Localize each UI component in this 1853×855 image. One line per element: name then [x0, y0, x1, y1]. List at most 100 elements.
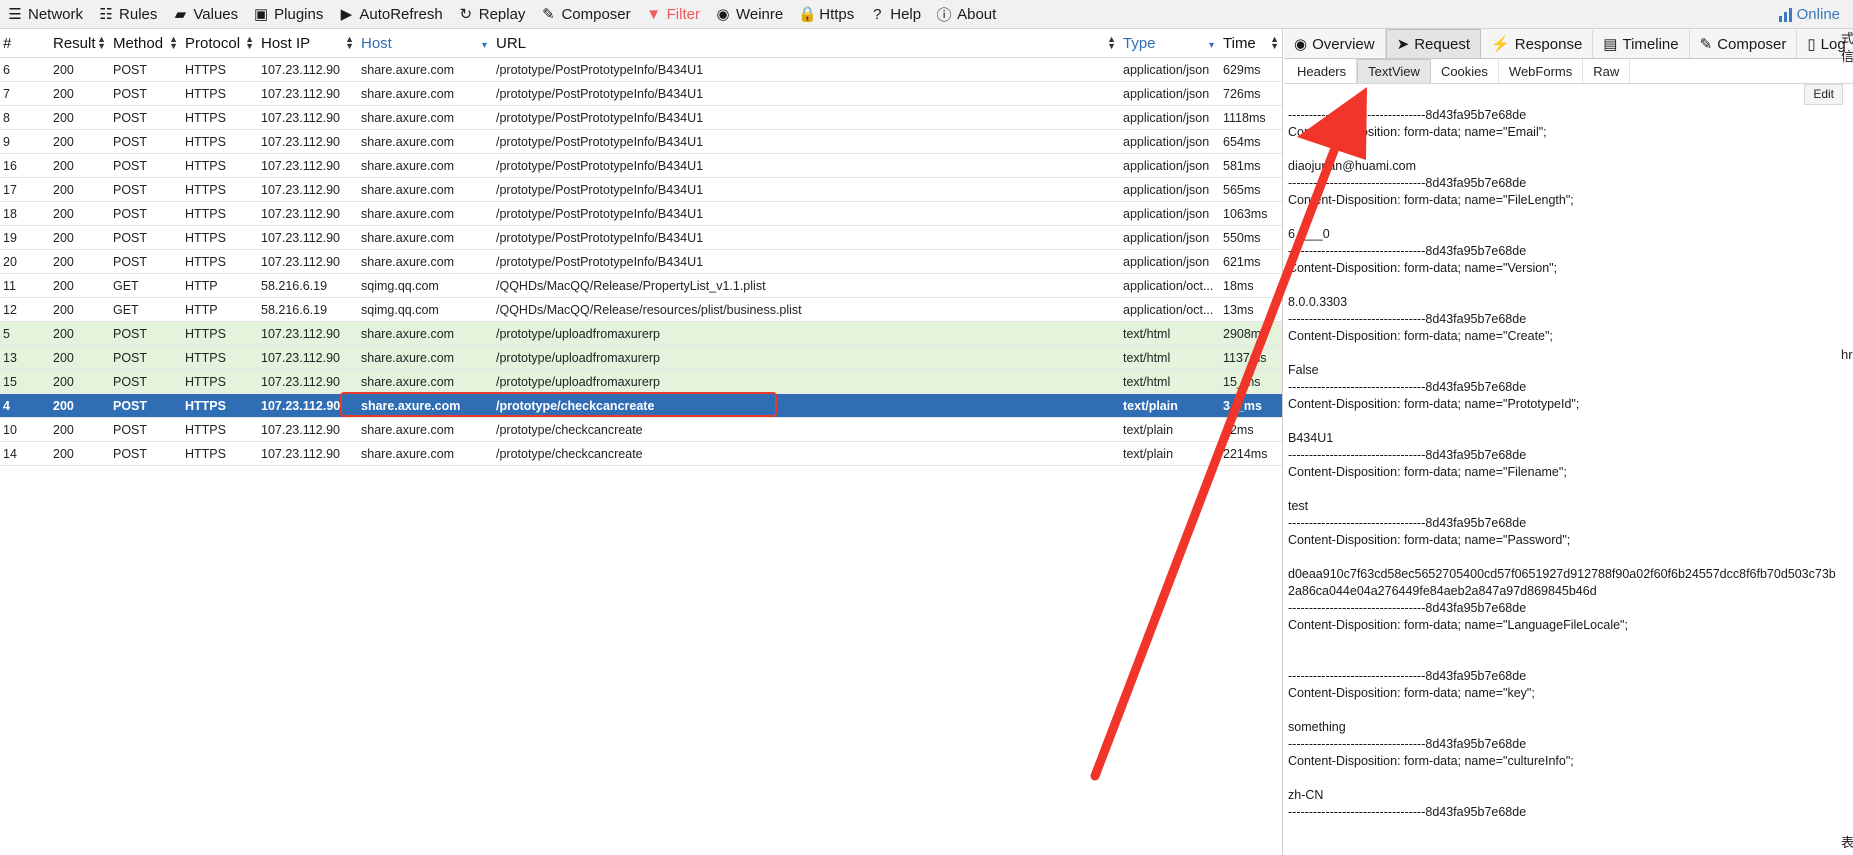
toolbar-label: Composer	[561, 5, 631, 23]
cell-host: share.axure.com	[358, 177, 493, 202]
table-row[interactable]: 20 200 POST HTTPS 107.23.112.90 share.axure.c…	[0, 249, 1282, 274]
table-row[interactable]: 6 200 POST HTTPS 107.23.112.90 share.axure.co…	[0, 57, 1282, 82]
table-row[interactable]: 16 200 POST HTTPS 107.23.112.90 share.axure.c…	[0, 153, 1282, 178]
table-row[interactable]: 19 200 POST HTTPS 107.23.112.90 share.axure.c…	[0, 225, 1282, 250]
col-time[interactable]: Time ▲ ▼	[1220, 29, 1282, 58]
cell-result: 200	[50, 321, 110, 346]
toolbar-label: Network	[28, 5, 84, 23]
toolbar-composer-button[interactable]: ✎ Composer	[533, 5, 638, 24]
body-line: Content-Disposition: form-data; name="Fi…	[1288, 193, 1574, 207]
tab-request[interactable]: ➤ Request	[1385, 29, 1482, 58]
toolbar-filter-button[interactable]: ▼ Filter	[639, 6, 708, 23]
body-line	[1288, 277, 1836, 294]
toolbar-rules-button[interactable]: ☷ Rules	[91, 5, 165, 24]
cell-method: POST	[110, 153, 182, 178]
cell-protocol: HTTP	[182, 297, 258, 322]
table-row[interactable]: 10 200 POST HTTPS 107.23.112.90 share.axure.c…	[0, 417, 1282, 442]
subtab-raw[interactable]: Raw	[1583, 59, 1631, 83]
cell-host-ip: 107.23.112.90	[258, 345, 358, 370]
table-row[interactable]: 12 200 GET HTTP 58.216.6.19 sqimg.qq.com/QQHD…	[0, 297, 1282, 322]
cell-host-ip: 58.216.6.19	[258, 273, 358, 298]
table-row[interactable]: 18 200 POST HTTPS 107.23.112.90 share.axure.c…	[0, 201, 1282, 226]
sort-icon: ▲ ▼	[1107, 34, 1116, 51]
col-result[interactable]: Result ▲ ▼	[50, 29, 110, 58]
toolbar-help-button[interactable]: ? Help	[862, 6, 929, 23]
table-row[interactable]: 8 200 POST HTTPS 107.23.112.90 share.axure.co…	[0, 105, 1282, 130]
cell-url: /prototype/PostPrototypeInfo/B434U1	[493, 201, 1120, 226]
table-row[interactable]: 17 200 POST HTTPS 107.23.112.90 share.axure.c…	[0, 177, 1282, 202]
toolbar-label: Filter	[666, 5, 700, 23]
online-button[interactable]: Online	[1778, 0, 1840, 29]
table-row[interactable]: 11 200 GET HTTP 58.216.6.19 sqimg.qq.com/QQHD…	[0, 273, 1282, 298]
cell-id: 9	[0, 129, 50, 154]
body-line	[1288, 413, 1836, 430]
toolbar-weinre-button[interactable]: ◉ Weinre	[708, 5, 791, 24]
signal-bars-icon	[1778, 7, 1792, 22]
toolbar-plugins-button[interactable]: ▣ Plugins	[246, 5, 331, 24]
cell-method: POST	[110, 249, 182, 274]
request-body-text: ---------------------------------8d43fa9…	[1288, 107, 1836, 821]
col-method[interactable]: Method ▲ ▼	[110, 29, 182, 58]
cell-host-ip: 58.216.6.19	[258, 297, 358, 322]
body-line	[1288, 141, 1836, 158]
table-row[interactable]: 14 200 POST HTTPS 107.23.112.90 share.axure.c…	[0, 441, 1282, 466]
cell-result: 200	[50, 369, 110, 394]
toolbar-autorefresh-button[interactable]: ▶ AutoRefresh	[331, 5, 450, 24]
toolbar-network-button[interactable]: ☰ Network	[0, 5, 91, 24]
toolbar-label: Values	[193, 5, 239, 23]
table-row[interactable]: 4 200 POST HTTPS 107.23.112.90 share.axure.co…	[0, 393, 1282, 418]
cell-id: 12	[0, 297, 50, 322]
subtab-headers[interactable]: Headers	[1287, 59, 1358, 83]
subtab-cookies[interactable]: Cookies	[1431, 59, 1499, 83]
cell-id: 18	[0, 201, 50, 226]
body-line: zh-CN	[1288, 788, 1324, 802]
cell-method: POST	[110, 81, 182, 106]
cell-host: share.axure.com	[358, 153, 493, 178]
col-host-ip[interactable]: Host IP ▲ ▼	[258, 29, 358, 58]
col-protocol[interactable]: Protocol ▲ ▼	[182, 29, 258, 58]
main-toolbar: ☰ Network ☷ Rules ▰ Values ▣ Plugins ▶ AutoRefres…	[0, 0, 1853, 29]
cell-time: 654ms	[1220, 129, 1282, 154]
col-type[interactable]: Type ▾	[1120, 29, 1220, 58]
cell-type: application/json	[1120, 153, 1220, 178]
tab-label: Overview	[1312, 35, 1375, 53]
body-line: ---------------------------------8d43fa9…	[1288, 516, 1527, 530]
cell-method: POST	[110, 321, 182, 346]
cell-type: text/html	[1120, 345, 1220, 370]
cell-host: share.axure.com	[358, 249, 493, 274]
cell-protocol: HTTPS	[182, 441, 258, 466]
col-id[interactable]: #	[0, 29, 50, 58]
tab-overview[interactable]: ◉ Overview	[1284, 30, 1386, 58]
subtab-webforms[interactable]: WebForms	[1499, 59, 1584, 83]
toolbar-https-button[interactable]: 🔒 Https	[791, 5, 862, 24]
edit-button[interactable]: Edit	[1804, 84, 1843, 105]
toolbar-replay-button[interactable]: ↻ Replay	[451, 5, 534, 24]
body-line: Content-Disposition: form-data; name="Em…	[1288, 125, 1547, 139]
body-line: Content-Disposition: form-data; name="ke…	[1288, 686, 1535, 700]
cell-url: /prototype/uploadfromaxurerp	[493, 345, 1120, 370]
cell-url: /QQHDs/MacQQ/Release/PropertyList_v1.1.p…	[493, 273, 1120, 298]
cell-url: /prototype/PostPrototypeInfo/B434U1	[493, 81, 1120, 106]
table-row[interactable]: 13 200 POST HTTPS 107.23.112.90 share.axure.c…	[0, 345, 1282, 370]
session-list: # Result ▲ ▼ Method ▲ ▼ Protocol ▲ ▼ Host IP ▲ ▼…	[0, 29, 1283, 855]
cell-type: application/json	[1120, 249, 1220, 274]
toolbar-about-button[interactable]: ⓘ About	[929, 4, 1004, 25]
body-line	[1288, 651, 1836, 668]
toolbar-label: Help	[890, 5, 922, 23]
table-row[interactable]: 5 200 POST HTTPS 107.23.112.90 share.axure.co…	[0, 321, 1282, 346]
col-host[interactable]: Host ▾	[358, 29, 493, 58]
cell-id: 16	[0, 153, 50, 178]
col-url[interactable]: URL ▲ ▼	[493, 29, 1120, 58]
tab-composer[interactable]: ✎ Composer	[1690, 30, 1798, 58]
cell-method: POST	[110, 105, 182, 130]
table-row[interactable]: 7 200 POST HTTPS 107.23.112.90 share.axure.co…	[0, 81, 1282, 106]
replay-icon: ↻	[459, 6, 473, 23]
tab-response[interactable]: ⚡ Response	[1481, 30, 1594, 58]
cell-protocol: HTTPS	[182, 321, 258, 346]
cell-method: POST	[110, 345, 182, 370]
subtab-textview[interactable]: TextView	[1357, 59, 1431, 83]
tab-timeline[interactable]: ▤ Timeline	[1593, 30, 1690, 58]
toolbar-values-button[interactable]: ▰ Values	[165, 5, 246, 24]
table-row[interactable]: 9 200 POST HTTPS 107.23.112.90 share.axure.co…	[0, 129, 1282, 154]
table-row[interactable]: 15 200 POST HTTPS 107.23.112.90 share.axure.c…	[0, 369, 1282, 394]
